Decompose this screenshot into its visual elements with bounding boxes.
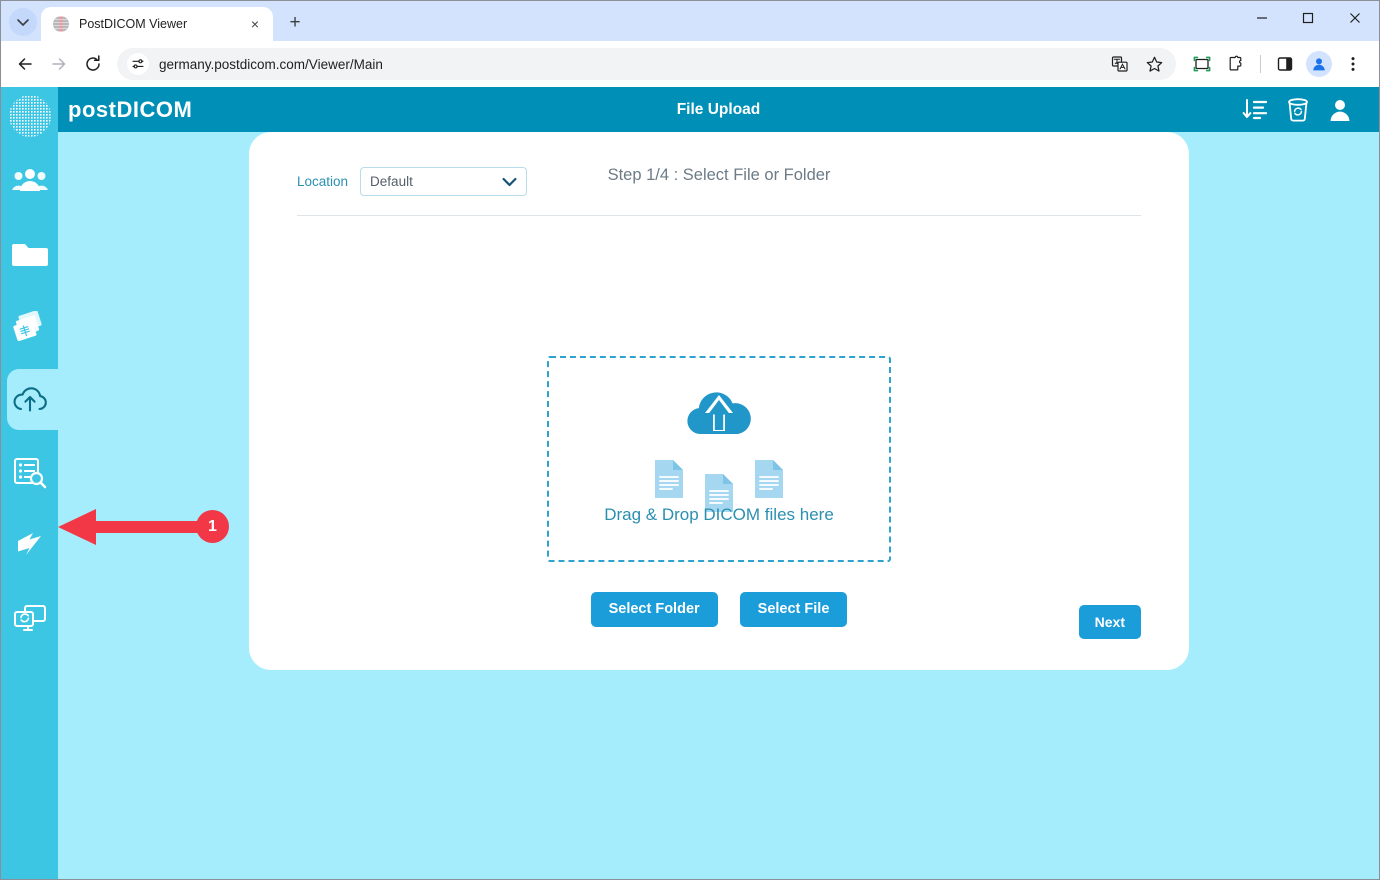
close-icon bbox=[1349, 12, 1361, 24]
dropzone[interactable]: Drag & Drop DICOM files here bbox=[547, 356, 891, 562]
folder-icon bbox=[12, 239, 48, 269]
new-tab-button[interactable]: + bbox=[281, 9, 309, 37]
close-window-button[interactable] bbox=[1331, 1, 1379, 35]
maximize-icon bbox=[1302, 12, 1314, 24]
header-divider bbox=[297, 215, 1141, 216]
omnibox-actions bbox=[1104, 48, 1170, 80]
browser-tab[interactable]: PostDICOM Viewer × bbox=[41, 7, 273, 41]
page-viewport: postDICOM File Upload bbox=[1, 87, 1379, 879]
forward-arrow-icon bbox=[49, 54, 69, 74]
browser-window: PostDICOM Viewer × + bbox=[0, 0, 1380, 880]
sidebar-item-remote[interactable] bbox=[1, 582, 58, 655]
upload-card: Location Default Step 1/4 : Select File … bbox=[249, 132, 1189, 670]
tab-title: PostDICOM Viewer bbox=[79, 17, 245, 31]
main-content: postDICOM File Upload bbox=[58, 87, 1379, 879]
screen-capture-icon bbox=[1192, 54, 1212, 74]
reload-icon bbox=[83, 54, 103, 74]
select-folder-button[interactable]: Select Folder bbox=[591, 592, 718, 627]
location-label: Location bbox=[297, 174, 348, 189]
minimize-button[interactable] bbox=[1239, 1, 1285, 35]
tune-icon bbox=[131, 57, 145, 71]
chevron-down-icon bbox=[16, 15, 30, 29]
address-bar[interactable]: germany.postdicom.com/Viewer/Main bbox=[117, 48, 1176, 80]
document-icons bbox=[653, 459, 785, 499]
user-account-icon[interactable] bbox=[1328, 98, 1352, 122]
translate-icon bbox=[1111, 55, 1129, 73]
browser-toolbar: germany.postdicom.com/Viewer/Main bbox=[1, 41, 1379, 87]
next-button[interactable]: Next bbox=[1079, 605, 1141, 639]
person-icon bbox=[1311, 56, 1327, 72]
toolbar-divider bbox=[1260, 55, 1261, 73]
chevron-down-icon bbox=[502, 177, 517, 187]
sidebar-item-folders[interactable] bbox=[1, 217, 58, 290]
app-header: postDICOM File Upload bbox=[58, 87, 1379, 132]
sidebar-item-patients[interactable] bbox=[1, 144, 58, 217]
remote-screens-icon bbox=[13, 604, 47, 634]
trash-bin-icon[interactable] bbox=[1287, 98, 1309, 122]
app-brand: postDICOM bbox=[68, 97, 192, 123]
extensions-puzzle-icon bbox=[1226, 54, 1246, 74]
cloud-upload-icon bbox=[683, 386, 755, 445]
screen-capture-button[interactable] bbox=[1186, 48, 1218, 80]
browser-menu-button[interactable] bbox=[1337, 48, 1369, 80]
translate-button[interactable] bbox=[1104, 48, 1136, 80]
page-title: File Upload bbox=[58, 101, 1379, 119]
postdicom-brain-logo bbox=[1, 87, 58, 144]
side-panel-icon bbox=[1275, 54, 1295, 74]
extensions-button[interactable] bbox=[1220, 48, 1252, 80]
bookmark-button[interactable] bbox=[1138, 48, 1170, 80]
sidebar-item-upload[interactable] bbox=[1, 363, 58, 436]
cloud-upload-icon bbox=[12, 385, 48, 415]
dropzone-text: Drag & Drop DICOM files here bbox=[604, 505, 834, 525]
url-text: germany.postdicom.com/Viewer/Main bbox=[159, 57, 383, 72]
select-file-button[interactable]: Select File bbox=[740, 592, 848, 627]
upload-card-header: Location Default Step 1/4 : Select File … bbox=[249, 132, 1189, 204]
reload-button[interactable] bbox=[77, 48, 109, 80]
document-icon bbox=[753, 459, 785, 499]
star-icon bbox=[1145, 55, 1164, 74]
sidebar-item-studies[interactable] bbox=[1, 290, 58, 363]
header-actions bbox=[1242, 98, 1352, 122]
site-settings-icon[interactable] bbox=[127, 53, 149, 75]
list-search-icon bbox=[13, 457, 47, 489]
window-controls bbox=[1239, 1, 1379, 35]
postdicom-favicon bbox=[53, 16, 69, 32]
brain-dots-icon bbox=[7, 93, 53, 139]
sidebar-item-reports[interactable] bbox=[1, 436, 58, 509]
tab-search-button[interactable] bbox=[9, 8, 37, 36]
sidebar-item-sync[interactable] bbox=[1, 509, 58, 582]
three-dot-menu-icon bbox=[1344, 55, 1362, 73]
location-select[interactable]: Default bbox=[360, 167, 527, 196]
location-value: Default bbox=[370, 174, 413, 189]
forward-button[interactable] bbox=[43, 48, 75, 80]
select-buttons: Select Folder Select File bbox=[249, 592, 1189, 627]
browser-tabstrip: PostDICOM Viewer × + bbox=[1, 1, 1379, 41]
side-panel-button[interactable] bbox=[1269, 48, 1301, 80]
profile-button[interactable] bbox=[1303, 48, 1335, 80]
maximize-button[interactable] bbox=[1285, 1, 1331, 35]
document-icon bbox=[653, 459, 685, 499]
sync-arrows-icon bbox=[14, 530, 46, 562]
close-icon[interactable]: × bbox=[245, 14, 265, 34]
profile-avatar-icon bbox=[1306, 51, 1332, 77]
back-arrow-icon bbox=[15, 54, 35, 74]
app-sidebar bbox=[1, 87, 58, 879]
back-button[interactable] bbox=[9, 48, 41, 80]
image-stack-icon bbox=[12, 311, 48, 343]
minimize-icon bbox=[1256, 12, 1268, 24]
people-icon bbox=[12, 166, 48, 196]
sort-list-icon[interactable] bbox=[1242, 98, 1268, 122]
